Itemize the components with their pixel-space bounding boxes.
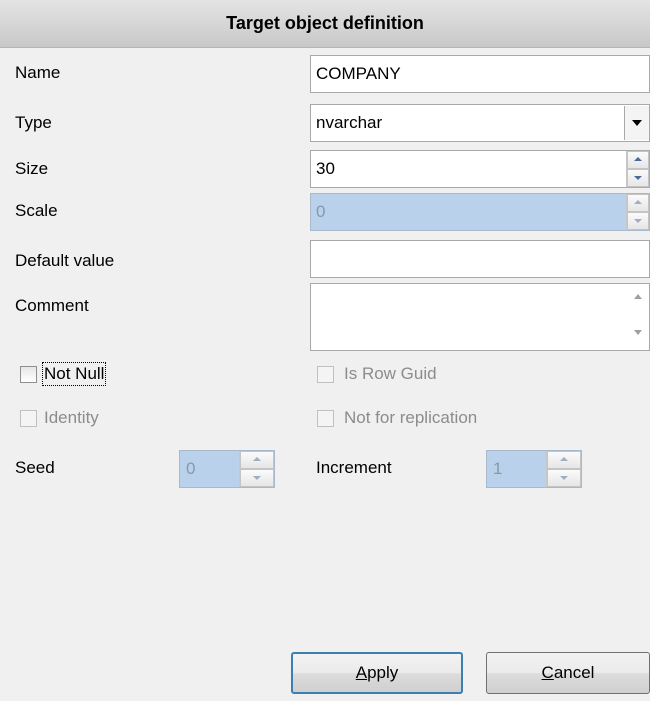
comment-textarea[interactable] [310, 283, 650, 351]
cancel-label-rest: ancel [553, 663, 595, 682]
scale-label: Scale [15, 201, 58, 220]
spin-up-icon [240, 451, 274, 469]
seed-input: 0 [179, 450, 275, 488]
increment-spinner [546, 451, 581, 487]
type-label: Type [15, 113, 52, 132]
size-spinner[interactable] [626, 151, 649, 187]
not-null-checkbox[interactable] [20, 366, 37, 383]
not-for-replication-label: Not for replication [344, 408, 478, 427]
increment-value: 1 [493, 459, 503, 478]
is-row-guid-label: Is Row Guid [344, 364, 437, 383]
size-value: 30 [316, 159, 335, 178]
spin-down-icon [627, 212, 649, 230]
not-for-replication-checkbox [317, 410, 334, 427]
name-label: Name [15, 63, 61, 82]
identity-checkbox [20, 410, 37, 427]
seed-spinner [239, 451, 274, 487]
default-value-input[interactable] [310, 240, 650, 278]
spin-up-icon [547, 451, 581, 469]
apply-label-rest: pply [367, 663, 399, 682]
scroll-down-icon[interactable] [634, 330, 642, 335]
spin-down-icon[interactable] [627, 169, 649, 187]
dropdown-arrow-icon[interactable] [624, 106, 649, 140]
scroll-up-icon[interactable] [634, 294, 642, 299]
comment-scrollbar[interactable] [627, 284, 649, 350]
default-value-label: Default value [15, 251, 115, 270]
size-label: Size [15, 159, 49, 178]
type-value: nvarchar [316, 113, 383, 132]
not-null-label[interactable]: Not Null [41, 362, 107, 386]
type-select[interactable]: nvarchar [310, 104, 650, 142]
spin-up-icon [627, 194, 649, 212]
panel-title: Target object definition [226, 13, 424, 33]
spin-down-icon [547, 469, 581, 487]
seed-value: 0 [186, 459, 196, 478]
comment-label: Comment [15, 296, 89, 315]
cancel-button[interactable]: Cancel [486, 652, 650, 694]
scale-spinner [626, 194, 649, 230]
is-row-guid-checkbox [317, 366, 334, 383]
panel-header: Target object definition [0, 0, 650, 48]
increment-input: 1 [486, 450, 582, 488]
name-value: COMPANY [316, 64, 401, 83]
seed-label: Seed [15, 458, 55, 477]
increment-label: Increment [316, 458, 392, 477]
spin-up-icon[interactable] [627, 151, 649, 169]
name-input[interactable]: COMPANY [310, 55, 650, 93]
size-input[interactable]: 30 [310, 150, 650, 188]
apply-button[interactable]: Apply [291, 652, 463, 694]
scale-input: 0 [310, 193, 650, 231]
cancel-accel: C [541, 663, 554, 682]
scale-value: 0 [316, 202, 326, 221]
apply-accel: A [355, 663, 368, 682]
spin-down-icon [240, 469, 274, 487]
identity-label: Identity [44, 408, 99, 427]
